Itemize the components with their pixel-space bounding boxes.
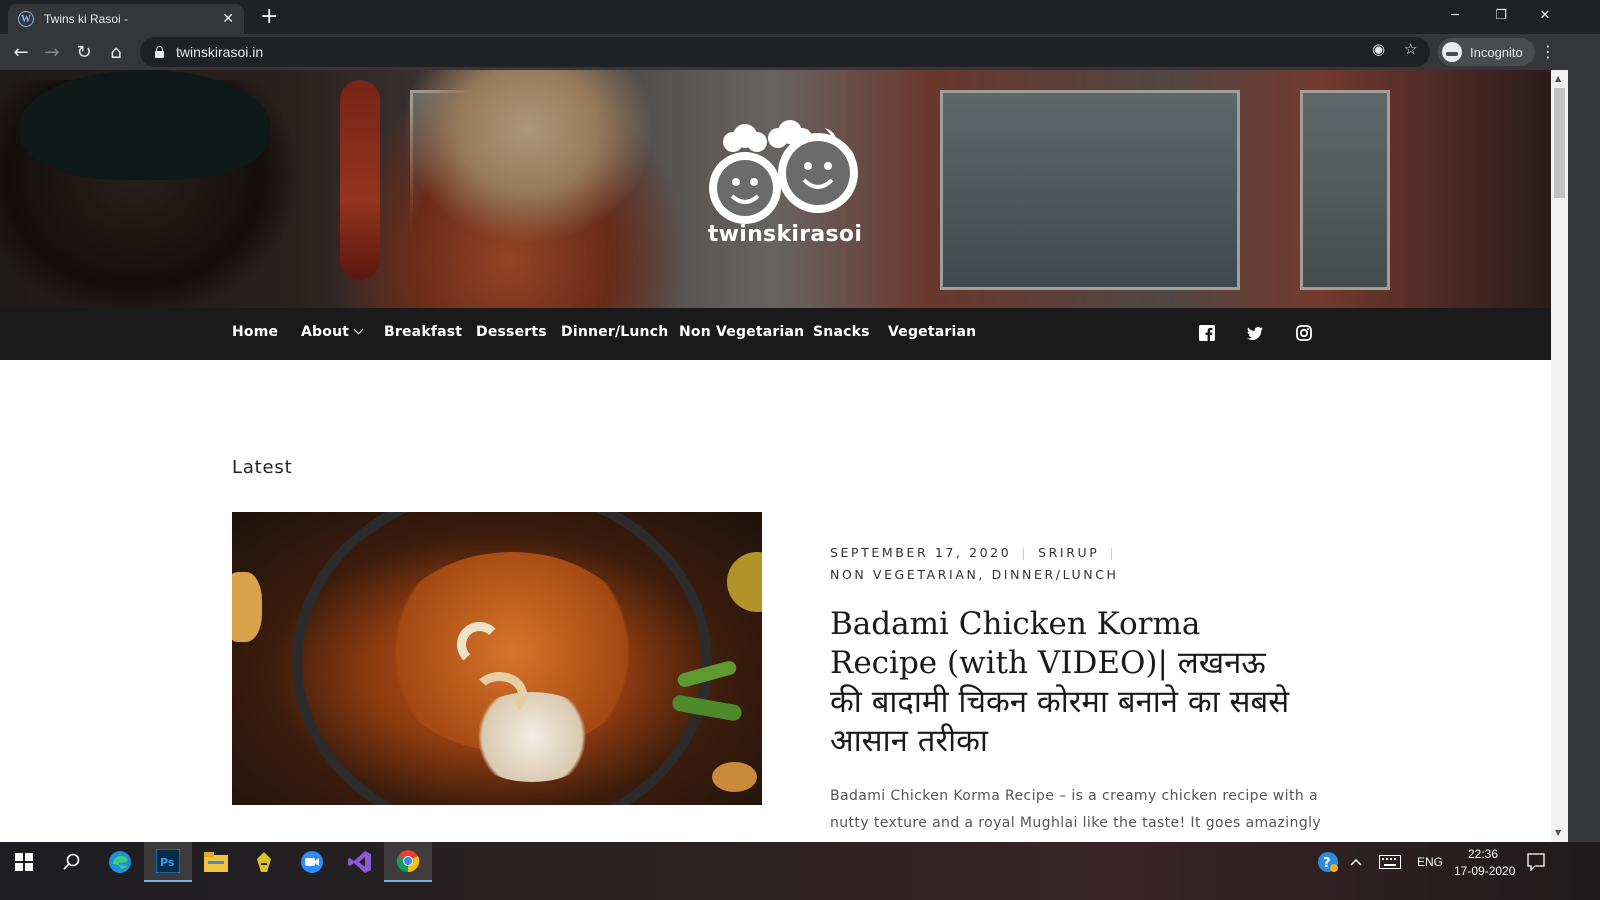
browser-menu-icon[interactable]: ⋮: [1540, 42, 1556, 61]
photoshop-icon[interactable]: Ps: [144, 842, 192, 882]
site-logo[interactable]: twinskirasoi: [700, 118, 870, 258]
page-scrollbar[interactable]: ▲ ▼: [1551, 70, 1568, 842]
post-meta: SEPTEMBER 17, 2020 | SRIRUP |: [830, 545, 1117, 560]
app-icon[interactable]: [240, 842, 288, 882]
restore-button[interactable]: ❐: [1478, 0, 1524, 30]
nav-about[interactable]: About: [301, 324, 364, 340]
keyboard-icon[interactable]: [1370, 842, 1410, 882]
svg-text:Ps: Ps: [160, 856, 175, 869]
edge-icon[interactable]: [96, 842, 144, 882]
scroll-down-icon[interactable]: ▼: [1555, 828, 1561, 837]
forward-button[interactable]: →: [38, 38, 66, 66]
nav-vegetarian[interactable]: Vegetarian: [888, 324, 976, 340]
post-categories[interactable]: NON VEGETARIAN, DINNER/LUNCH: [830, 567, 1119, 582]
post-title[interactable]: Badami Chicken Korma Recipe (with VIDEO)…: [830, 605, 1300, 761]
reload-button[interactable]: ↻: [70, 38, 98, 66]
post-excerpt: Badami Chicken Korma Recipe – is a cream…: [830, 788, 1322, 831]
lock-icon: [154, 46, 164, 58]
site-navigation: Home About Breakfast Desserts Dinner/Lun…: [0, 308, 1551, 360]
browser-toolbar: ← → ↻ ⌂ twinskirasoi.in ◉ ☆ Incognito ⋮: [0, 34, 1600, 70]
scroll-up-icon[interactable]: ▲: [1555, 74, 1561, 83]
windows-start-icon[interactable]: [0, 842, 48, 882]
windows-taskbar: Ps ? ENG 22:36 17-09-2020: [0, 842, 1600, 900]
section-title-latest: Latest: [232, 457, 293, 478]
facebook-icon[interactable]: [1199, 325, 1215, 341]
tab-title: Twins ki Rasoi -: [44, 12, 129, 26]
chef-twins-icon: [709, 120, 858, 224]
close-tab-icon[interactable]: ✕: [222, 11, 234, 27]
post-author[interactable]: SRIRUP: [1038, 545, 1099, 560]
back-button[interactable]: ←: [7, 38, 35, 66]
eye-off-icon[interactable]: ◉: [1372, 40, 1385, 58]
minimize-button[interactable]: ─: [1432, 0, 1478, 30]
nav-about-label: About: [301, 324, 350, 340]
post-thumbnail[interactable]: [232, 512, 762, 805]
wordpress-icon: W: [18, 11, 34, 27]
incognito-label: Incognito: [1470, 44, 1523, 60]
visual-studio-icon[interactable]: [336, 842, 384, 882]
incognito-icon: [1442, 42, 1462, 62]
chevron-down-icon: [353, 324, 364, 335]
page-viewport: twinskirasoi Home About Breakfast Desser…: [0, 70, 1551, 842]
nav-dinner-lunch[interactable]: Dinner/Lunch: [561, 324, 668, 340]
svg-text:?: ?: [1323, 856, 1331, 871]
twitter-icon[interactable]: [1247, 325, 1263, 341]
address-bar[interactable]: twinskirasoi.in: [140, 37, 1430, 67]
url-text: twinskirasoi.in: [176, 44, 264, 60]
scrollbar-thumb[interactable]: [1554, 88, 1565, 198]
nav-desserts[interactable]: Desserts: [476, 324, 547, 340]
input-language[interactable]: ENG: [1417, 855, 1443, 869]
browser-tab[interactable]: W Twins ki Rasoi - ✕: [8, 4, 244, 34]
hero-banner: twinskirasoi: [0, 70, 1551, 308]
zoom-icon[interactable]: [288, 842, 336, 882]
file-explorer-icon[interactable]: [192, 842, 240, 882]
nav-snacks[interactable]: Snacks: [813, 324, 870, 340]
notification-center-icon[interactable]: [1514, 842, 1558, 882]
nav-home[interactable]: Home: [232, 324, 278, 340]
post-date[interactable]: SEPTEMBER 17, 2020: [830, 545, 1011, 560]
nav-breakfast[interactable]: Breakfast: [384, 324, 462, 340]
new-tab-button[interactable]: +: [260, 4, 278, 29]
clock-date[interactable]: 17-09-2020: [1454, 864, 1515, 878]
search-icon[interactable]: [48, 842, 96, 882]
clock-time[interactable]: 22:36: [1468, 847, 1498, 861]
nav-non-vegetarian[interactable]: Non Vegetarian: [679, 324, 804, 340]
chrome-icon[interactable]: [384, 842, 432, 882]
browser-tabstrip: W Twins ki Rasoi - ✕ + ─ ❐ ✕: [0, 0, 1600, 34]
bookmark-star-icon[interactable]: ☆: [1404, 40, 1417, 58]
home-button[interactable]: ⌂: [102, 38, 130, 66]
instagram-icon[interactable]: [1296, 325, 1312, 341]
close-window-button[interactable]: ✕: [1522, 0, 1568, 30]
site-brand-name: twinskirasoi: [707, 222, 863, 247]
incognito-profile-button[interactable]: Incognito: [1438, 38, 1535, 66]
